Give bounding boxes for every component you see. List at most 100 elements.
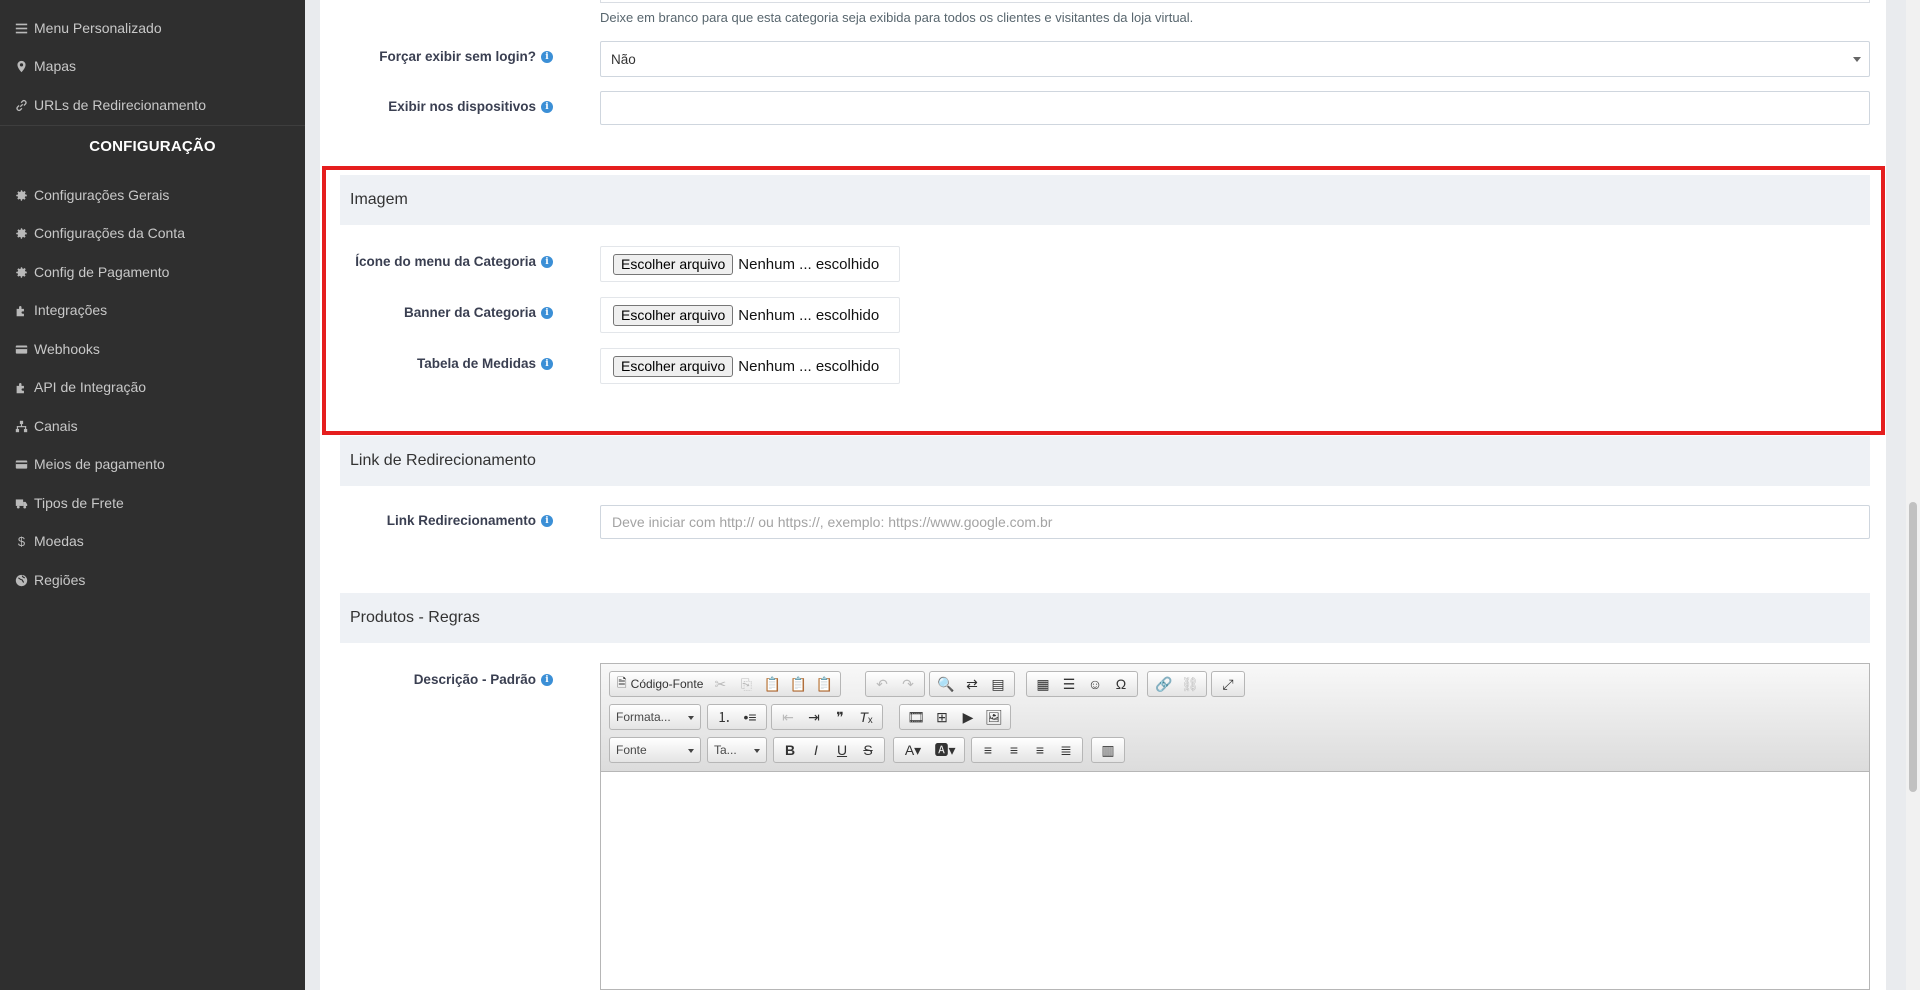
numbered-list-icon[interactable]: ⒈ xyxy=(711,706,737,728)
size-label: Ta... xyxy=(714,743,737,757)
sidebar-item-label: Menu Personalizado xyxy=(34,20,162,36)
sidebar-item-api-integracao[interactable]: API de Integração xyxy=(0,368,305,406)
search-icon[interactable]: 🔍 xyxy=(933,673,959,695)
paste-icon[interactable]: 📋 xyxy=(759,673,785,695)
image-icon[interactable]: 🖼 xyxy=(981,706,1007,728)
rich-text-editor[interactable]: 🗎 Código-Fonte ✂ ⎘ 📋 📋 📋 ↶ ↷ 🔍 ⇄ ▤ ▦ ☰ ☺ … xyxy=(600,663,1870,990)
select-all-icon[interactable]: ▤ xyxy=(985,673,1011,695)
sidebar-item-meios-pagamento[interactable]: Meios de pagamento xyxy=(0,445,305,483)
sidebar-item-urls-redirecionamento[interactable]: URLs de Redirecionamento xyxy=(0,86,305,124)
align-right-icon[interactable]: ≡ xyxy=(1027,739,1053,761)
sidebar-item-menu-personalizado[interactable]: Menu Personalizado xyxy=(0,9,305,47)
paste-text-icon[interactable]: 📋 xyxy=(785,673,811,695)
sitemap-icon xyxy=(15,420,28,433)
align-left-icon[interactable]: ≡ xyxy=(975,739,1001,761)
force-login-label: Forçar exibir sem login? i xyxy=(379,49,553,64)
gear-icon xyxy=(15,189,28,202)
bold-icon[interactable]: B xyxy=(777,739,803,761)
devices-input[interactable] xyxy=(600,91,1870,125)
redirect-link-label-text: Link Redirecionamento xyxy=(386,513,536,528)
bulleted-list-icon[interactable]: •≡ xyxy=(737,706,763,728)
sidebar-item-label: Config de Pagamento xyxy=(34,264,170,280)
gear-icon xyxy=(15,266,28,279)
horizontal-line-icon[interactable]: ☰ xyxy=(1056,673,1082,695)
toolbar-group-indent: ⇤ ⇥ ❞ Tₓ xyxy=(771,704,883,730)
info-icon[interactable]: i xyxy=(541,100,553,113)
redirect-link-label: Link Redirecionamento i xyxy=(387,513,553,528)
maximize-icon[interactable]: ⤢ xyxy=(1215,673,1241,695)
chevron-down-icon xyxy=(688,716,694,720)
sidebar-item-label: Configurações da Conta xyxy=(34,225,185,241)
youtube-icon[interactable]: ▶ xyxy=(955,706,981,728)
page-scrollbar-thumb[interactable] xyxy=(1909,502,1917,792)
toolbar-group-document: 🗎 Código-Fonte ✂ ⎘ 📋 📋 📋 xyxy=(609,671,842,697)
source-button[interactable]: 🗎 Código-Fonte xyxy=(613,673,707,695)
redo-icon[interactable]: ↷ xyxy=(895,673,921,695)
cut-icon[interactable]: ✂ xyxy=(707,673,733,695)
chevron-down-icon xyxy=(1853,57,1861,62)
info-icon[interactable]: i xyxy=(541,673,553,686)
sidebar-item-label: Canais xyxy=(34,418,78,434)
sidebar: Menu Personalizado Mapas URLs de Redirec… xyxy=(0,0,305,990)
sidebar-item-label: API de Integração xyxy=(34,379,147,395)
italic-icon[interactable]: I xyxy=(803,739,829,761)
embed-icon[interactable]: ⊞ xyxy=(929,706,955,728)
link-icon xyxy=(15,99,28,112)
text-color-icon[interactable]: A▾ xyxy=(897,739,929,761)
sidebar-item-integracoes[interactable]: Integrações xyxy=(0,291,305,329)
size-select[interactable]: Ta... xyxy=(707,737,767,763)
sidebar-item-canais[interactable]: Canais xyxy=(0,407,305,445)
font-select[interactable]: Fonte xyxy=(609,737,701,763)
force-login-select[interactable]: Não xyxy=(600,41,1870,77)
puzzle-icon xyxy=(15,304,28,317)
underline-icon[interactable]: U xyxy=(829,739,855,761)
sidebar-item-label: Moedas xyxy=(34,533,84,549)
default-description-label: Descrição - Padrão i xyxy=(414,672,553,687)
info-icon[interactable]: i xyxy=(541,50,553,63)
format-select[interactable]: Formata... xyxy=(609,704,701,730)
sidebar-item-webhooks[interactable]: Webhooks xyxy=(0,330,305,368)
special-char-icon[interactable]: Ω xyxy=(1108,673,1134,695)
undo-icon[interactable]: ↶ xyxy=(869,673,895,695)
sidebar-item-regioes[interactable]: Regiões xyxy=(0,561,305,599)
paste-word-icon[interactable]: 📋 xyxy=(811,673,837,695)
blockquote-icon[interactable]: ❞ xyxy=(827,706,853,728)
unlink-icon[interactable]: ⛓ xyxy=(1177,673,1203,695)
redirect-link-input[interactable]: Deve iniciar com http:// ou https://, ex… xyxy=(600,505,1870,539)
sidebar-item-tipos-frete[interactable]: Tipos de Frete xyxy=(0,484,305,522)
copy-icon[interactable]: ⎘ xyxy=(733,673,759,695)
align-center-icon[interactable]: ≡ xyxy=(1001,739,1027,761)
credit-card-icon xyxy=(15,458,28,471)
sidebar-item-label: Meios de pagamento xyxy=(34,456,165,472)
sidebar-item-configuracoes-conta[interactable]: Configurações da Conta xyxy=(0,214,305,252)
info-icon[interactable]: i xyxy=(541,514,553,527)
strikethrough-icon[interactable]: S xyxy=(855,739,881,761)
devices-label: Exibir nos dispositivos i xyxy=(388,99,553,114)
align-justify-icon[interactable]: ≣ xyxy=(1053,739,1079,761)
rules-section-header: Produtos - Regras xyxy=(340,593,1870,643)
format-label: Formata... xyxy=(616,710,671,724)
indent-icon[interactable]: ⇥ xyxy=(801,706,827,728)
link-icon[interactable]: 🔗 xyxy=(1151,673,1177,695)
video-icon[interactable]: 🎞 xyxy=(903,706,929,728)
toolbar-group-colors: A▾ 🅰▾ xyxy=(893,737,965,763)
replace-icon[interactable]: ⇄ xyxy=(959,673,985,695)
sidebar-item-moedas[interactable]: $ Moedas xyxy=(0,522,305,560)
table-icon[interactable]: ▦ xyxy=(1030,673,1056,695)
sidebar-item-config-pagamento[interactable]: Config de Pagamento xyxy=(0,253,305,291)
smiley-icon[interactable]: ☺ xyxy=(1082,673,1108,695)
sidebar-item-mapas[interactable]: Mapas xyxy=(0,47,305,85)
devices-label-text: Exibir nos dispositivos xyxy=(388,99,536,114)
list-icon xyxy=(15,22,28,35)
page-scrollbar-track[interactable] xyxy=(1906,0,1920,990)
font-label: Fonte xyxy=(616,743,647,757)
source-label: Código-Fonte xyxy=(630,677,704,691)
redirect-section-header: Link de Redirecionamento xyxy=(340,436,1870,486)
div-container-icon[interactable]: ▥ xyxy=(1095,739,1121,761)
outdent-icon[interactable]: ⇤ xyxy=(775,706,801,728)
background-color-icon[interactable]: 🅰▾ xyxy=(929,739,961,761)
clients-field-bottom[interactable] xyxy=(600,0,1870,3)
remove-format-icon[interactable]: Tₓ xyxy=(853,706,879,728)
sidebar-item-configuracoes-gerais[interactable]: Configurações Gerais xyxy=(0,176,305,214)
chevron-down-icon xyxy=(754,749,760,753)
